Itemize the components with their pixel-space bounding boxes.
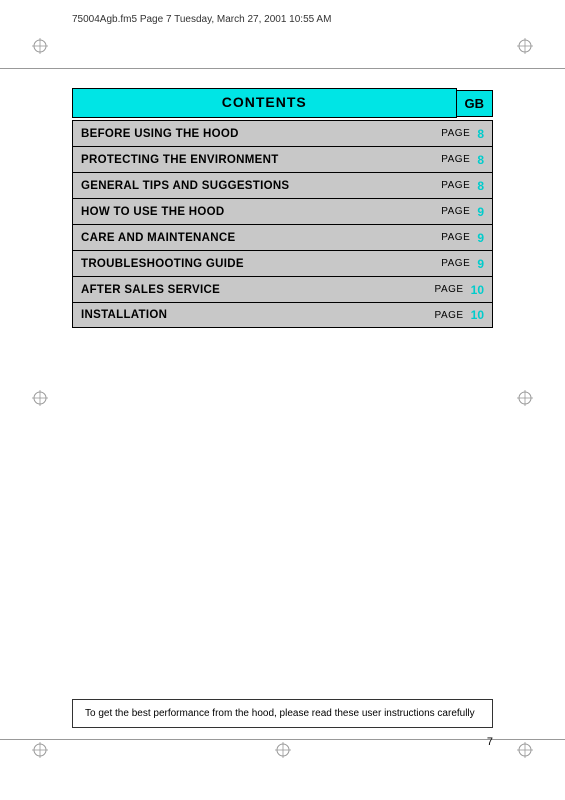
toc-table: BEFORE USING THE HOOD PAGE 8 PROTECTING … (72, 120, 493, 328)
toc-page-0: PAGE 8 (433, 123, 492, 145)
toc-row-3: HOW TO USE THE HOOD PAGE 9 (72, 198, 493, 224)
toc-label-1: PROTECTING THE ENVIRONMENT (73, 150, 433, 170)
toc-label-7: INSTALLATION (73, 305, 427, 325)
toc-label-3: HOW TO USE THE HOOD (73, 202, 433, 222)
page-number: 7 (487, 736, 493, 748)
corner-mark-tr (517, 38, 533, 54)
toc-row-5: TROUBLESHOOTING GUIDE PAGE 9 (72, 250, 493, 276)
toc-page-1: PAGE 8 (433, 149, 492, 171)
page-container: 75004Agb.fm5 Page 7 Tuesday, March 27, 2… (0, 0, 565, 800)
toc-row-0: BEFORE USING THE HOOD PAGE 8 (72, 120, 493, 146)
contents-title-box: CONTENTS (72, 88, 457, 118)
corner-mark-tl (32, 38, 48, 54)
corner-mark-mr (517, 390, 533, 406)
toc-label-4: CARE AND MAINTENANCE (73, 228, 433, 248)
toc-label-5: TROUBLESHOOTING GUIDE (73, 254, 433, 274)
toc-row-4: CARE AND MAINTENANCE PAGE 9 (72, 224, 493, 250)
corner-mark-ml (32, 390, 48, 406)
toc-page-4: PAGE 9 (433, 227, 492, 249)
bottom-note: To get the best performance from the hoo… (72, 699, 493, 728)
corner-mark-bm (275, 742, 291, 758)
toc-page-3: PAGE 9 (433, 201, 492, 223)
corner-mark-br (517, 742, 533, 758)
toc-row-6: AFTER SALES SERVICE PAGE 10 (72, 276, 493, 302)
content-area: CONTENTS GB BEFORE USING THE HOOD PAGE 8… (72, 88, 493, 328)
toc-page-6: PAGE 10 (427, 279, 492, 301)
toc-page-2: PAGE 8 (433, 175, 492, 197)
toc-row-1: PROTECTING THE ENVIRONMENT PAGE 8 (72, 146, 493, 172)
toc-page-5: PAGE 9 (433, 253, 492, 275)
toc-label-0: BEFORE USING THE HOOD (73, 124, 433, 144)
top-divider (0, 68, 565, 69)
bottom-divider (0, 739, 565, 740)
file-info: 75004Agb.fm5 Page 7 Tuesday, March 27, 2… (72, 14, 331, 25)
contents-header: CONTENTS GB (72, 88, 493, 118)
toc-label-2: GENERAL TIPS AND SUGGESTIONS (73, 176, 433, 196)
toc-page-7: PAGE 10 (427, 304, 492, 326)
corner-mark-bl (32, 742, 48, 758)
contents-title: CONTENTS (222, 94, 307, 110)
toc-row-2: GENERAL TIPS AND SUGGESTIONS PAGE 8 (72, 172, 493, 198)
toc-label-6: AFTER SALES SERVICE (73, 280, 427, 300)
toc-row-7: INSTALLATION PAGE 10 (72, 302, 493, 328)
gb-label: GB (457, 90, 494, 117)
